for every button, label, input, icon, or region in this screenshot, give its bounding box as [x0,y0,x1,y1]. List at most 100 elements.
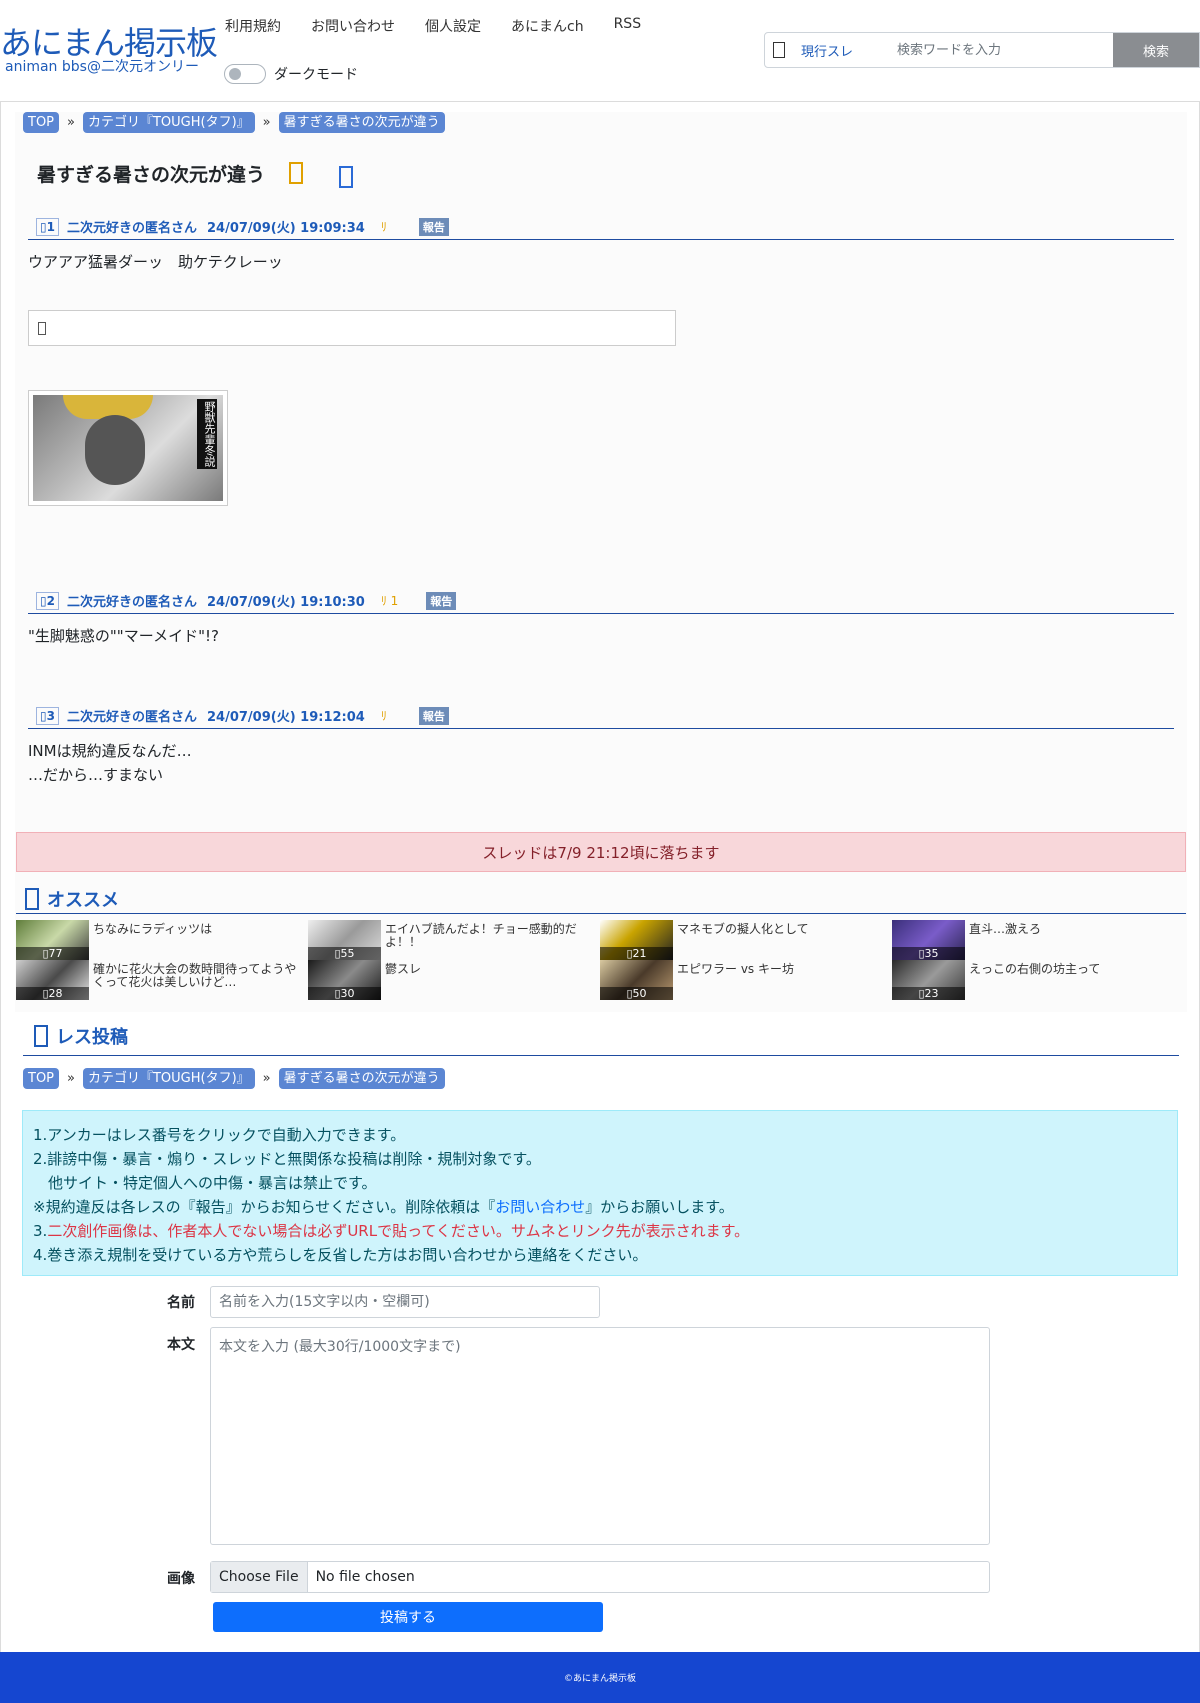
posting-rules-notice: 1.アンカーはレス番号をクリックで自動入力できます。 2.誹謗中傷・暴言・煽り・… [22,1110,1178,1276]
comment-count: ▯28 [16,987,89,1000]
recommend-title-text: エイハブ読んだよ！チョー感動的だよ！！ [385,922,577,949]
recommend-item[interactable]: ▯28 確かに花火大会の数時間待ってようやくって花火は美しいけど… [16,960,308,1000]
reply-icon [34,1024,48,1047]
dark-mode-label: ダークモード [274,67,358,83]
breadcrumb-thread[interactable]: 暑すぎる暑さの次元が違う [278,1068,445,1089]
site-header: あにまん掲示板 animan bbs@二次元オンリー 利用規約 お問い合わせ 個… [0,0,1200,102]
recommend-grid: ▯77 ちなみにラディッツは ▯55 エイハブ読んだよ！チョー感動的だよ！！ ▯… [16,920,1186,1002]
recommend-item[interactable]: ▯30 鬱スレ [308,960,600,1000]
breadcrumb-separator: » [262,115,271,130]
recommend-thumbnail: ▯23 [892,960,965,1000]
thumbnail-image: 野獣先輩冬説 [33,395,223,501]
breadcrumb-separator: » [262,1071,271,1086]
search-button[interactable]: 検索 [1113,33,1199,67]
breadcrumb-thread[interactable]: 暑すぎる暑さの次元が違う [278,112,445,133]
recommend-title: オススメ [47,889,119,911]
post-body: ウアアア猛暑ダーッ 助ケテクレーッ [28,253,283,271]
recommend-item[interactable]: ▯23 えっこの右側の坊主って [892,960,1184,1000]
post-image-thumbnail[interactable]: 野獣先輩冬説 [28,390,228,506]
recommend-thumbnail: ▯35 [892,920,965,960]
logo-title[interactable]: あにまん掲示板 [0,26,218,60]
report-button[interactable]: 報告 [426,591,457,610]
reply-count-icon[interactable]: ﾘ [381,218,387,235]
contact-link[interactable]: お問い合わせ [495,1198,585,1216]
choose-file-button[interactable]: Choose File [211,1562,308,1592]
breadcrumb-top[interactable]: TOP [23,112,60,133]
search-input[interactable] [897,33,1113,67]
toggle-switch[interactable] [224,64,266,84]
share-icon[interactable] [339,166,354,188]
recommend-title-text: マネモブの擬人化として [677,922,809,936]
report-button[interactable]: 報告 [418,706,449,725]
comment-count: ▯50 [600,987,673,1000]
poster-name: 二次元好きの匿名さん [66,221,197,236]
notice-line: 2.誹謗中傷・暴言・煽り・スレッドと無関係な投稿は削除・規制対象です。 [33,1150,541,1168]
nav-terms[interactable]: 利用規約 [225,16,281,36]
link-embed-box[interactable] [28,310,676,346]
poster-name: 二次元好きの匿名さん [66,595,197,610]
post: ▯2 二次元好きの匿名さん 24/07/09(火) 19:10:30 ﾘ 1 報… [28,588,1174,648]
thread-title: 暑すぎる暑さの次元が違う [37,163,266,186]
nav-animanch[interactable]: あにまんch [511,16,584,36]
recommend-item[interactable]: ▯55 エイハブ読んだよ！チョー感動的だよ！！ [308,920,600,960]
nav-settings[interactable]: 個人設定 [425,16,481,36]
bookmark-icon[interactable] [289,162,304,184]
recommend-item[interactable]: ▯77 ちなみにラディッツは [16,920,308,960]
comment-count: ▯77 [16,947,89,960]
reply-count-icon[interactable]: ﾘ [381,707,387,724]
res-number[interactable]: ▯3 [36,706,59,725]
post: ▯3 二次元好きの匿名さん 24/07/09(火) 19:12:04 ﾘ 報告 … [28,703,1174,787]
logo-subtitle: animan bbs@二次元オンリー [5,59,199,75]
recommend-item[interactable]: ▯21 マネモブの擬人化として [600,920,892,960]
breadcrumb-separator: » [67,1071,75,1086]
recommend-item[interactable]: ▯50 エピワラー vs キー坊 [600,960,892,1000]
recommend-thumbnail: ▯28 [16,960,89,1000]
recommend-title-text: 鬱スレ [385,962,422,976]
res-number[interactable]: ▯2 [36,591,59,610]
recommend-icon [25,887,39,910]
dark-mode-toggle[interactable]: ダークモード [224,64,358,84]
thread-title-row: 暑すぎる暑さの次元が違う [37,158,354,188]
name-label: 名前 [167,1295,195,1311]
reply-section-header: レス投稿 [23,1016,1179,1056]
breadcrumb: TOP » カテゴリ『TOUGH(タフ)』 » 暑すぎる暑さの次元が違う [23,1068,445,1089]
post-header: ▯1 二次元好きの匿名さん 24/07/09(火) 19:09:34 ﾘ 報告 [28,214,1174,240]
thumbnail-caption: 野獣先輩冬説 [197,399,217,469]
breadcrumb-separator: » [67,115,75,130]
nav-contact[interactable]: お問い合わせ [311,16,395,36]
body-textarea[interactable] [210,1327,990,1545]
image-file-input[interactable]: Choose File No file chosen [210,1561,990,1593]
nav-rss[interactable]: RSS [614,16,642,36]
comment-count: ▯23 [892,987,965,1000]
link-icon [38,322,46,335]
recommend-title-text: 確かに花火大会の数時間待ってようやくって花火は美しいけど… [93,962,297,989]
poster-name: 二次元好きの匿名さん [66,710,197,725]
report-button[interactable]: 報告 [418,217,449,236]
reply-count-icon[interactable]: ﾘ 1 [381,592,398,609]
recommend-item[interactable]: ▯35 直斗…激えろ [892,920,1184,960]
recommend-title-text: ちなみにラディッツは [93,922,213,936]
post-date: 24/07/09(火) 19:10:30 [206,595,365,610]
breadcrumb-top[interactable]: TOP [23,1068,60,1089]
breadcrumb-category[interactable]: カテゴリ『TOUGH(タフ)』 [82,112,255,133]
comment-count: ▯30 [308,987,381,1000]
post-body: "生脚魅惑の""マーメイド"!? [28,627,219,645]
site-logo[interactable]: あにまん掲示板 animan bbs@二次元オンリー [0,26,218,75]
post-header: ▯2 二次元好きの匿名さん 24/07/09(火) 19:10:30 ﾘ 1 報… [28,588,1174,614]
notice-line: 他サイト・特定個人への中傷・暴言は禁止です。 [33,1174,377,1192]
search-scope-icon [773,42,785,58]
toggle-knob [229,68,241,80]
thumbnail-face [85,415,145,485]
name-input[interactable] [210,1286,600,1318]
submit-post-button[interactable]: 投稿する [213,1602,603,1632]
notice-line: ※規約違反は各レスの『報告』からお知らせください。削除依頼は『お問い合わせ』から… [33,1198,734,1216]
post: ▯1 二次元好きの匿名さん 24/07/09(火) 19:09:34 ﾘ 報告 … [28,214,1174,274]
recommend-title-text: えっこの右側の坊主って [969,962,1101,976]
site-footer: ©あにまん掲示板 [0,1652,1200,1703]
recommend-thumbnail: ▯50 [600,960,673,1000]
res-number[interactable]: ▯1 [36,217,59,236]
breadcrumb-category[interactable]: カテゴリ『TOUGH(タフ)』 [82,1068,255,1089]
post-date: 24/07/09(火) 19:12:04 [206,710,365,725]
search-scope-dropdown[interactable]: 現行スレ [765,33,897,67]
comment-count: ▯21 [600,947,673,960]
